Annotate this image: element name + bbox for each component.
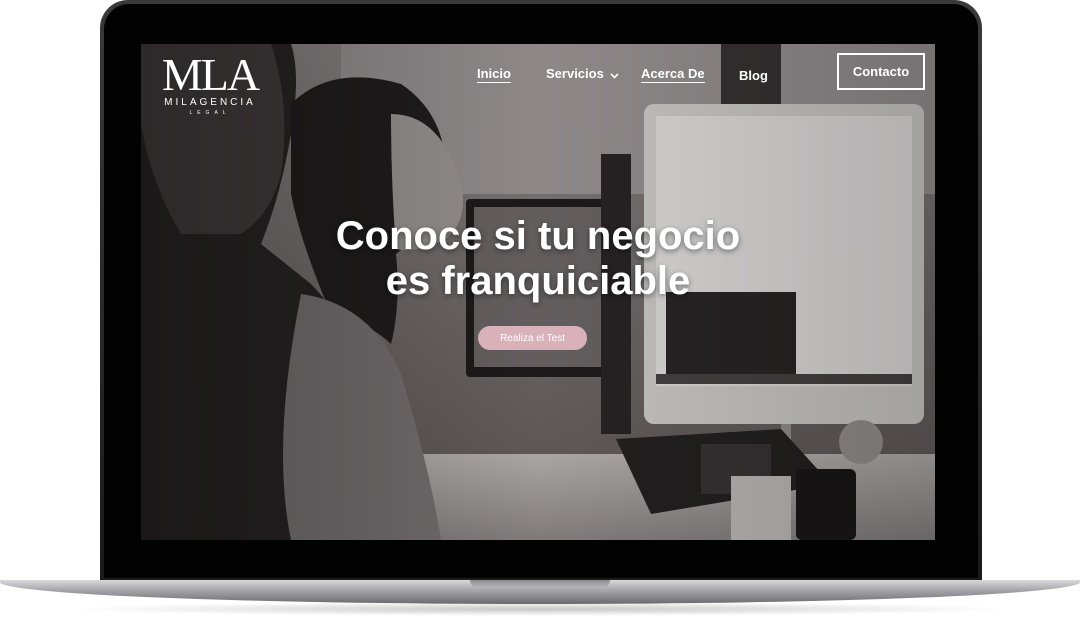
nav-blog[interactable]: Blog [739,68,768,83]
chevron-down-icon [610,67,619,82]
nav-inicio[interactable]: Inicio [477,66,511,83]
brand-logo[interactable]: MLA MILAGENCIA LEGAL [151,49,269,117]
hero-title: Conoce si tu negocio es franquiciable [241,214,835,304]
logo-mark: MLA [161,49,260,100]
logo-subtitle: LEGAL [189,110,231,116]
laptop-hinge-notch [470,580,610,588]
laptop-shadow [60,602,1020,616]
nav-servicios[interactable]: Servicios [546,66,619,82]
hero-title-line2: es franquiciable [385,259,691,303]
website-screen: MLA MILAGENCIA LEGAL Inicio Servicios Ac… [141,44,935,540]
contact-button[interactable]: Contacto [837,53,925,90]
nav-acerca-de[interactable]: Acerca De [641,66,705,83]
hero-title-line1: Conoce si tu negocio [335,214,741,258]
take-test-button[interactable]: Realiza el Test [478,326,587,350]
logo-name: MILAGENCIA [164,97,256,108]
nav-servicios-label: Servicios [546,66,604,81]
